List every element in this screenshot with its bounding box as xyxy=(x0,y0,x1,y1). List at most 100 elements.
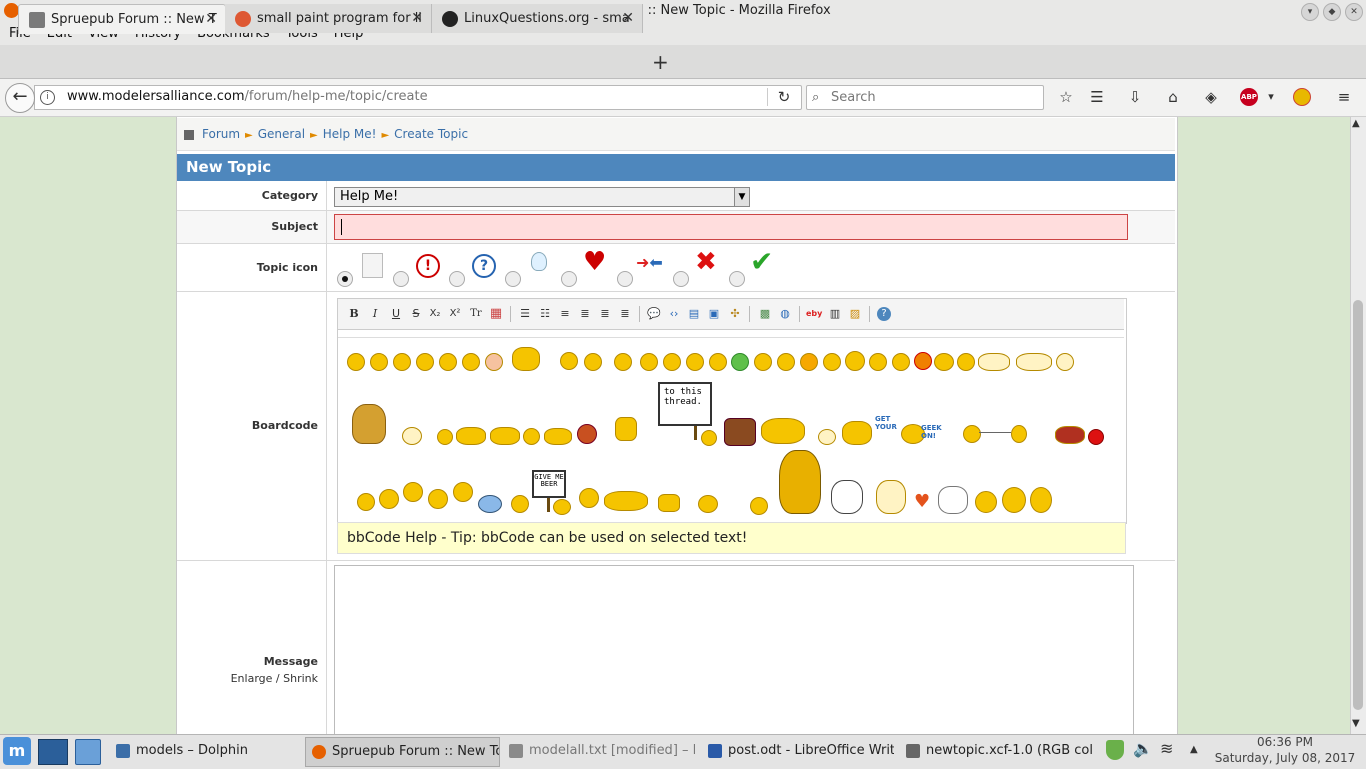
smiley-crazy[interactable] xyxy=(818,429,836,445)
map-icon[interactable]: ▨ xyxy=(847,306,863,322)
table-icon[interactable]: ▤ xyxy=(686,306,702,322)
enlarge-link[interactable]: Enlarge xyxy=(231,672,273,685)
align-left-icon[interactable]: ≣ xyxy=(577,306,593,322)
maximize-window-icon[interactable]: ◆ xyxy=(1323,3,1341,21)
taskbar-kwrite[interactable]: modelall.txt [modified] – KW xyxy=(503,737,695,765)
smiley-shocked[interactable] xyxy=(640,353,658,371)
quote-icon[interactable]: 💬 xyxy=(646,306,662,322)
tab-spruepub[interactable]: Spruepub Forum :: New T ✕ xyxy=(18,4,226,34)
link-globe-icon[interactable]: ◍ xyxy=(777,306,793,322)
shrink-link[interactable]: Shrink xyxy=(283,672,318,685)
color-palette-icon[interactable]: ▦ xyxy=(488,306,504,322)
show-desktop-icon[interactable] xyxy=(38,739,68,765)
help-icon[interactable]: ? xyxy=(877,307,891,321)
close-tab-icon[interactable]: ✕ xyxy=(622,4,634,33)
smiley-big-grin-1[interactable] xyxy=(379,489,399,509)
smiley-scream[interactable] xyxy=(845,351,865,371)
smiley-oh[interactable] xyxy=(800,353,818,371)
smiley-stop[interactable] xyxy=(1088,429,1104,445)
align-right-icon[interactable]: ≣ xyxy=(617,306,633,322)
smiley-confused[interactable] xyxy=(686,353,704,371)
smiley-dot[interactable] xyxy=(750,497,768,515)
heart-smiley-icon[interactable]: ♥ xyxy=(914,492,930,512)
smiley-shrug[interactable] xyxy=(658,494,680,512)
bookmark-star-icon[interactable]: ☆ xyxy=(1057,88,1075,106)
smiley-wink[interactable] xyxy=(462,353,480,371)
addon-icon[interactable] xyxy=(1293,88,1311,106)
smiley-teeth[interactable] xyxy=(1056,353,1074,371)
tab-linuxquestions[interactable]: LinuxQuestions.org - sma ✕ xyxy=(432,4,643,33)
list-item-icon[interactable]: ≡ xyxy=(557,306,573,322)
ebay-icon[interactable]: eby xyxy=(806,306,822,322)
smiley-cool[interactable] xyxy=(347,353,365,371)
taskbar-firefox[interactable]: Spruepub Forum :: New Topi xyxy=(305,737,500,767)
smiley-sad[interactable] xyxy=(370,353,388,371)
smiley-spider[interactable] xyxy=(478,495,502,513)
scroll-up-icon[interactable]: ▲ xyxy=(1352,118,1360,129)
bold-button[interactable]: B xyxy=(346,306,362,322)
smiley-rolleyes[interactable] xyxy=(754,353,772,371)
clock-date[interactable]: Saturday, July 08, 2017 xyxy=(1210,751,1360,765)
smiley-eyes[interactable] xyxy=(777,353,795,371)
smiley-peek[interactable] xyxy=(357,493,375,511)
smiley-bunny[interactable] xyxy=(456,427,486,445)
breadcrumb-general[interactable]: General xyxy=(258,127,305,141)
smiley-blank[interactable] xyxy=(614,353,632,371)
code-icon[interactable]: ‹› xyxy=(666,306,682,322)
tab-small-paint[interactable]: small paint program for li ✕ xyxy=(225,4,432,33)
scrollbar-thumb[interactable] xyxy=(1353,300,1363,710)
captain-smiley[interactable] xyxy=(779,450,821,514)
smiley-hi[interactable] xyxy=(544,428,572,445)
smiley-sign-holder[interactable] xyxy=(701,430,717,446)
smiley-big-grin-3[interactable] xyxy=(428,489,448,509)
smiley-clap[interactable] xyxy=(1016,353,1052,371)
strikethrough-button[interactable]: S xyxy=(408,306,424,322)
italic-button[interactable]: I xyxy=(367,306,383,322)
smiley-neutral[interactable] xyxy=(439,353,457,371)
puzzle-icon[interactable]: ✣ xyxy=(727,306,743,322)
reload-icon[interactable]: ↻ xyxy=(775,88,793,106)
breadcrumb-forum[interactable]: Forum xyxy=(202,127,240,141)
smiley-dance-1[interactable] xyxy=(975,491,997,513)
breadcrumb-help-me[interactable]: Help Me! xyxy=(323,127,377,141)
topic-icon-radio-7[interactable] xyxy=(729,271,745,287)
smiley-shades[interactable] xyxy=(511,495,529,513)
video-icon[interactable]: ▥ xyxy=(827,306,843,322)
file-manager-icon[interactable] xyxy=(75,739,101,765)
subscript-button[interactable]: X₂ xyxy=(427,306,443,322)
smiley-hmm[interactable] xyxy=(560,352,578,370)
dog-smiley[interactable] xyxy=(352,404,386,444)
chevron-down-icon[interactable]: ▾ xyxy=(1262,88,1280,106)
module-icon[interactable]: ▣ xyxy=(706,306,722,322)
smiley-annoyed[interactable] xyxy=(869,353,887,371)
smiley-group-hug[interactable] xyxy=(761,418,805,444)
chevron-down-icon[interactable]: ▼ xyxy=(734,188,749,206)
smiley-dancing[interactable] xyxy=(512,347,540,371)
smiley-dizzy[interactable] xyxy=(892,353,910,371)
smiley-blush[interactable] xyxy=(523,428,540,445)
smiley-devil[interactable] xyxy=(914,352,932,370)
tray-expand-icon[interactable]: ▲ xyxy=(1190,744,1198,755)
smiley-tongue[interactable] xyxy=(485,353,503,371)
taskbar-dolphin[interactable]: models – Dolphin xyxy=(110,737,300,765)
smiley-beer[interactable] xyxy=(553,499,571,515)
close-tab-icon[interactable]: ✕ xyxy=(205,5,217,34)
superscript-button[interactable]: X² xyxy=(447,306,463,322)
smiley-thumbsup[interactable] xyxy=(490,427,520,445)
numbered-list-icon[interactable]: ☷ xyxy=(537,306,553,322)
smiley-jump[interactable] xyxy=(1030,487,1052,513)
smiley-big-grin-2[interactable] xyxy=(403,482,423,502)
smiley-tongue-out[interactable] xyxy=(437,429,453,445)
smiley-pointing[interactable] xyxy=(842,421,872,445)
bullet-list-icon[interactable]: ☰ xyxy=(517,306,533,322)
smiley-fencing-2[interactable] xyxy=(1011,425,1027,443)
minimize-window-icon[interactable]: ▾ xyxy=(1301,3,1319,21)
smiley-fuming[interactable] xyxy=(579,488,599,508)
home-icon[interactable]: ⌂ xyxy=(1164,88,1182,106)
smiley-wave[interactable] xyxy=(978,353,1010,371)
clock-time[interactable]: 06:36 PM xyxy=(1210,735,1360,749)
smiley-sorry[interactable] xyxy=(698,495,718,513)
menu-hamburger-icon[interactable]: ≡ xyxy=(1335,88,1353,106)
topic-icon-radio-4[interactable] xyxy=(561,271,577,287)
search-input[interactable]: ⌕ Search xyxy=(806,85,1044,110)
